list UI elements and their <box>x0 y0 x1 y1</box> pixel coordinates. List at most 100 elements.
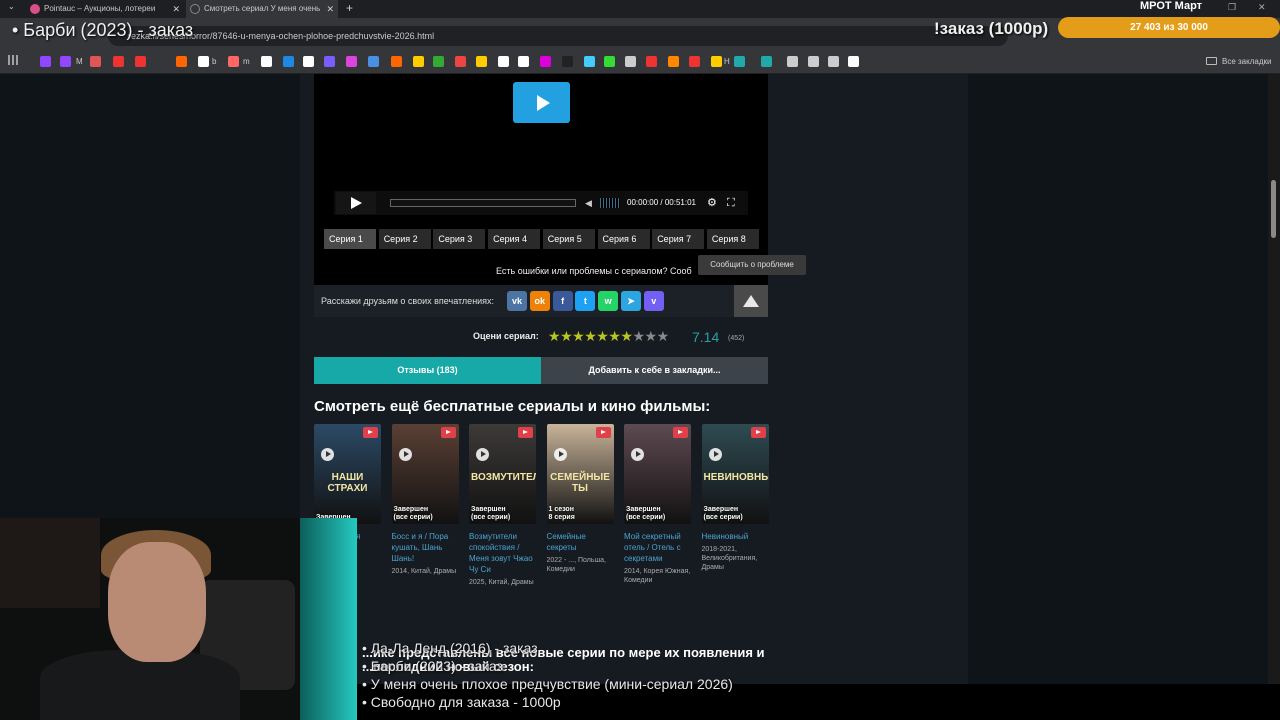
volume-icon[interactable]: ◀ <box>585 198 593 208</box>
bookmark-favicon-icon[interactable] <box>476 56 487 67</box>
apps-grid-icon[interactable] <box>8 55 18 65</box>
all-bookmarks-folder-icon[interactable] <box>1206 57 1217 65</box>
bookmark-favicon-icon[interactable] <box>689 56 700 67</box>
card-poster[interactable]: НАШИ СТРАХИЗавершен <box>314 424 381 524</box>
reviews-button[interactable]: Отзывы (183) <box>314 357 541 384</box>
bookmark-favicon-icon[interactable] <box>40 56 51 67</box>
recommendation-card[interactable]: НЕВИНОВНЫЙ Завершен(все серии) Невиновный 2… <box>701 424 769 572</box>
recommendation-card[interactable]: ВОЗМУТИТЕЛИ Завершен(все серии) Возмутител… <box>469 424 536 587</box>
bookmark-favicon-icon[interactable] <box>135 56 146 67</box>
bookmark-favicon-icon[interactable] <box>562 56 573 67</box>
bookmark-favicon-icon[interactable] <box>391 56 402 67</box>
card-poster[interactable]: НЕВИНОВНЫЙ Завершен(все серии) <box>701 424 769 524</box>
play-icon[interactable] <box>476 448 489 461</box>
rating-star[interactable]: ★ <box>560 328 573 344</box>
scrollbar-thumb[interactable] <box>1271 180 1276 238</box>
bookmark-favicon-icon[interactable] <box>540 56 551 67</box>
bookmark-favicon-icon[interactable] <box>787 56 798 67</box>
bookmark-favicon-icon[interactable] <box>518 56 529 67</box>
bookmark-favicon-icon[interactable] <box>498 56 509 67</box>
bookmark-favicon-icon[interactable] <box>828 56 839 67</box>
card-title[interactable]: Мой секретный отель / Отель с секретами <box>624 531 691 564</box>
card-poster[interactable]: Завершен (все серии) <box>391 424 459 524</box>
notification-bell-icon[interactable] <box>734 285 768 317</box>
bookmark-favicon-icon[interactable] <box>604 56 615 67</box>
play-button[interactable] <box>336 192 376 214</box>
card-title[interactable]: Возмутители спокойствия / Меня зовут Чжа… <box>469 531 536 575</box>
bookmark-favicon-icon[interactable] <box>625 56 636 67</box>
rating-star[interactable]: ★ <box>632 328 645 344</box>
card-poster[interactable]: ВОЗМУТИТЕЛИ Завершен(все серии) <box>469 424 536 524</box>
viber-icon[interactable]: v <box>643 291 664 311</box>
card-poster[interactable]: СЕМЕЙНЫЕ ТЫ 1 сезон 8 серия <box>546 424 614 524</box>
tab-rezka[interactable]: Смотреть сериал У меня очень ✕ <box>186 0 338 18</box>
trailer-icon[interactable] <box>673 427 688 438</box>
tab-list-chevron-icon[interactable]: ⌄ <box>8 2 15 11</box>
rating-star[interactable]: ★ <box>548 328 561 344</box>
episode-tab-5[interactable]: Серия 5 <box>542 229 595 249</box>
card-poster[interactable]: Завершен (все серии) <box>624 424 691 524</box>
bookmark-favicon-icon[interactable] <box>734 56 745 67</box>
card-title[interactable]: Невиновный <box>702 531 769 542</box>
rating-star[interactable]: ★ <box>645 328 658 344</box>
trailer-icon[interactable] <box>440 427 456 438</box>
bookmark-favicon-icon[interactable] <box>711 56 722 67</box>
recommendation-card[interactable]: СЕМЕЙНЫЕ ТЫ 1 сезон 8 серия Семейные секрет… <box>546 424 614 574</box>
bookmark-favicon-icon[interactable] <box>324 56 335 67</box>
twitter-icon[interactable]: t <box>575 291 596 311</box>
trailer-icon[interactable] <box>595 427 611 438</box>
add-bookmark-button[interactable]: Добавить к себе в закладки... <box>541 357 768 384</box>
episode-tab-1[interactable]: Серия 1 <box>324 229 376 249</box>
play-icon[interactable] <box>398 448 412 461</box>
play-icon[interactable] <box>708 448 722 461</box>
bookmark-favicon-icon[interactable] <box>584 56 595 67</box>
episode-tab-8[interactable]: Серия 8 <box>706 229 759 249</box>
close-tab-icon[interactable]: ✕ <box>172 0 180 18</box>
odnoklassniki-icon[interactable]: ok <box>529 291 550 311</box>
bookmark-favicon-icon[interactable] <box>368 56 379 67</box>
rating-star[interactable]: ★ <box>584 328 597 344</box>
new-tab-button[interactable]: + <box>346 1 353 15</box>
play-icon[interactable] <box>321 448 334 461</box>
telegram-icon[interactable]: ➤ <box>621 291 641 311</box>
bookmark-favicon-icon[interactable] <box>346 56 357 67</box>
bookmark-favicon-icon[interactable] <box>808 56 819 67</box>
bookmark-favicon-icon[interactable] <box>90 56 101 67</box>
page-scrollbar[interactable] <box>1268 74 1280 684</box>
rating-stars[interactable]: ★★★★★★★★★★ <box>548 328 669 344</box>
bookmark-favicon-icon[interactable] <box>228 56 239 67</box>
bookmark-favicon-icon[interactable] <box>848 56 859 67</box>
play-icon[interactable] <box>631 448 644 461</box>
trailer-icon[interactable] <box>750 427 766 438</box>
bookmark-favicon-icon[interactable] <box>455 56 466 67</box>
episode-tab-7[interactable]: Серия 7 <box>652 229 705 249</box>
bookmark-favicon-icon[interactable] <box>60 56 71 67</box>
big-play-button[interactable] <box>513 82 570 123</box>
bookmark-favicon-icon[interactable] <box>646 56 657 67</box>
address-bar[interactable]: rezka.fi/series/horror/87646-u-menya-och… <box>108 26 1008 46</box>
report-problem-link[interactable]: Есть ошибки или проблемы с сериалом? Соо… <box>496 265 692 278</box>
tab-pointauc[interactable]: Pointauc – Аукционы, лотереи ✕ <box>26 0 184 18</box>
rating-star[interactable]: ★ <box>608 328 621 344</box>
close-tab-icon[interactable]: ✕ <box>326 0 334 18</box>
settings-gear-icon[interactable]: ⚙ <box>707 196 717 210</box>
bookmark-favicon-icon[interactable] <box>303 56 314 67</box>
vk-icon[interactable]: vk <box>507 291 527 311</box>
bookmark-favicon-icon[interactable] <box>261 56 272 67</box>
rating-star[interactable]: ★ <box>657 328 670 344</box>
bookmark-favicon-icon[interactable] <box>176 56 187 67</box>
progress-bar[interactable] <box>390 199 576 207</box>
fullscreen-icon[interactable]: ⛶ <box>727 196 735 210</box>
rating-star[interactable]: ★ <box>620 328 633 344</box>
bookmark-favicon-icon[interactable] <box>413 56 424 67</box>
card-title[interactable]: Босс и я / Пора кушать, Шань Шань! <box>392 531 459 564</box>
recommendation-card[interactable]: Завершен (все серии) Босс и я / Пора кушат… <box>391 424 459 576</box>
all-bookmarks[interactable]: Все закладки <box>1222 53 1271 70</box>
bookmark-favicon-icon[interactable] <box>113 56 124 67</box>
window-restore-icon[interactable]: ❐ <box>1228 2 1236 13</box>
rating-star[interactable]: ★ <box>596 328 609 344</box>
window-close-icon[interactable]: ✕ <box>1258 2 1266 13</box>
rating-star[interactable]: ★ <box>572 328 585 344</box>
episode-tab-4[interactable]: Серия 4 <box>488 229 541 249</box>
episode-tab-3[interactable]: Серия 3 <box>433 229 486 249</box>
